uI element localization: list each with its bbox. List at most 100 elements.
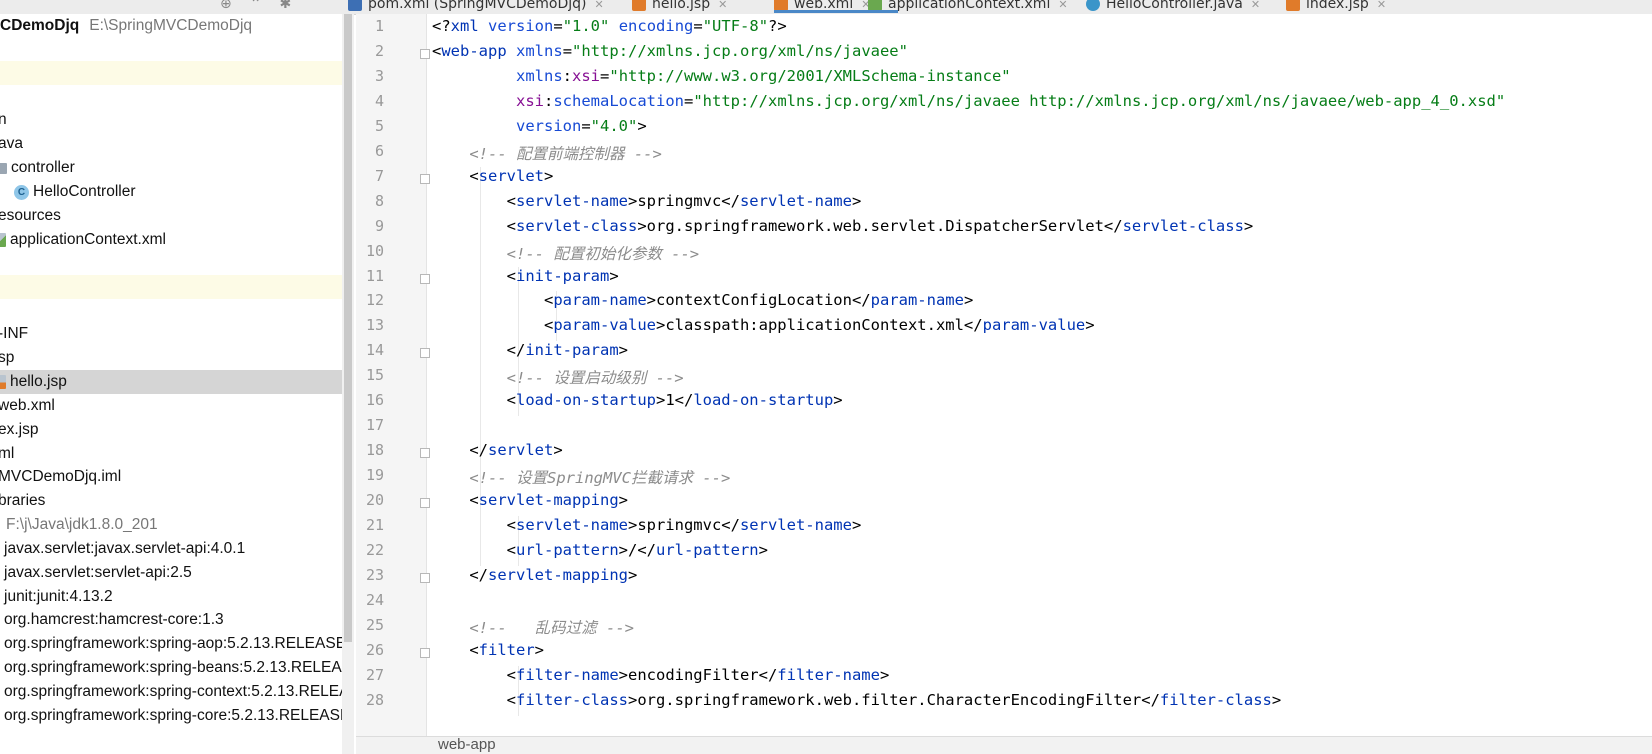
jsp-icon — [1286, 0, 1300, 11]
code-line[interactable]: <!-- 配置初始化参数 --> — [432, 242, 700, 264]
code-token: < — [432, 540, 516, 559]
close-icon[interactable]: ✕ — [718, 0, 727, 11]
code-line[interactable]: <!-- 配置前端控制器 --> — [432, 142, 662, 164]
fold-marker-icon[interactable] — [420, 498, 430, 509]
code-token: "http://xmlns.jcp.org/xml/ns/javaee http… — [693, 91, 1506, 110]
fold-marker-icon[interactable] — [420, 448, 430, 459]
code-token: servlet-class — [1122, 216, 1244, 235]
code-line[interactable]: <?xml version="1.0" encoding="UTF-8"?> — [432, 17, 787, 35]
code-line[interactable]: <web-app xmlns="http://xmlns.jcp.org/xml… — [432, 42, 908, 60]
tree-item[interactable]: web.xml — [0, 394, 342, 418]
tree-item[interactable]: sp — [0, 346, 342, 370]
package-folder-icon — [0, 162, 7, 174]
target-icon[interactable]: ⊕ — [220, 0, 232, 12]
tree-item[interactable]: -INF — [0, 322, 342, 346]
tab-pom-xml-springmvcdemodjq[interactable]: pom.xml (SpringMVCDemoDjq) ✕ — [348, 0, 604, 14]
code-token: >encodingFilter</ — [618, 665, 778, 684]
tree-item[interactable]: esources — [0, 204, 342, 228]
close-icon[interactable]: ✕ — [1058, 0, 1067, 11]
close-icon[interactable]: ✕ — [1377, 0, 1386, 11]
code-token: filter-name — [516, 665, 619, 684]
line-number: 10 — [365, 241, 384, 260]
tree-item[interactable]: javax.servlet:javax.servlet-api:4.0.1 — [0, 537, 342, 561]
code-editor[interactable]: 1 2 3 4 5 6 7 8 9 10 11 12 13 14 15 16 17 18 19 20 21 22 23 24 2… — [356, 14, 1652, 736]
code-line[interactable]: xmlns:xsi="http://www.w3.org/2001/XMLSch… — [432, 67, 1011, 85]
tree-item[interactable]: C HelloController — [0, 180, 342, 204]
close-icon[interactable]: ✕ — [1251, 0, 1260, 11]
code-token: filter-class — [516, 690, 628, 709]
tree-item[interactable]: org.springframework:spring-beans:5.2.13.… — [0, 656, 342, 680]
code-token: < — [432, 391, 516, 410]
tree-item[interactable]: n — [0, 108, 342, 132]
tree-item[interactable]: F:\j\Java\jdk1.8.0_201 — [0, 513, 342, 537]
code-token: < — [432, 166, 479, 185]
fold-marker-icon[interactable] — [420, 48, 430, 59]
tab-hellocontroller-java[interactable]: HelloController.java ✕ — [1086, 0, 1260, 14]
tree-item[interactable]: ml — [0, 442, 342, 466]
code-line[interactable]: <init-param> — [432, 267, 619, 285]
tree-item-label: org.springframework:spring-core:5.2.13.R… — [4, 707, 342, 724]
tree-row-highlight — [0, 61, 342, 85]
code-line[interactable]: </servlet-mapping> — [432, 566, 637, 584]
code-line[interactable]: </init-param> — [432, 341, 628, 359]
code-line[interactable]: <!-- 乱码过滤 --> — [432, 616, 634, 638]
tree-item[interactable]: javax.servlet:servlet-api:2.5 — [0, 561, 342, 585]
code-line[interactable]: <filter-name>encodingFilter</filter-name… — [432, 665, 890, 684]
code-line[interactable]: <filter-class>org.springframework.web.fi… — [432, 690, 1282, 709]
fold-marker-icon[interactable] — [420, 173, 430, 184]
tab-label: HelloController.java — [1106, 0, 1243, 12]
tree-item[interactable]: junit:junit:4.13.2 — [0, 585, 342, 609]
breadcrumb[interactable]: web-app — [438, 737, 496, 753]
code-token: <!-- 乱码过滤 --> — [469, 618, 634, 637]
code-line[interactable]: <param-name>contextConfigLocation</param… — [432, 291, 973, 309]
tab-index-jsp[interactable]: index.jsp ✕ — [1286, 0, 1386, 14]
project-root-row[interactable]: CDemoDjq E:\SpringMVCDemoDjq — [0, 14, 342, 38]
code-token: encoding — [618, 17, 694, 35]
fold-marker-icon[interactable] — [420, 348, 430, 359]
tab-label: hello.jsp — [652, 0, 711, 12]
tree-item[interactable]: org.springframework:spring-aop:5.2.13.RE… — [0, 632, 342, 656]
code-line[interactable]: version="4.0"> — [432, 117, 647, 135]
fold-marker-icon[interactable] — [420, 273, 430, 284]
tree-item[interactable]: org.springframework:spring-core:5.2.13.R… — [0, 704, 342, 728]
tree-item[interactable]: hello.jsp — [0, 370, 342, 394]
close-icon[interactable]: ✕ — [595, 0, 604, 11]
code-line[interactable]: <filter> — [432, 641, 544, 659]
code-line[interactable]: <servlet-class>org.springframework.web.s… — [432, 216, 1254, 235]
code-line[interactable]: <param-value>classpath:applicationContex… — [432, 316, 1095, 334]
project-tree[interactable]: CDemoDjq E:\SpringMVCDemoDjq n ava control… — [0, 14, 342, 754]
code-token: < — [432, 640, 479, 659]
fold-marker-icon[interactable] — [420, 647, 430, 658]
code-token: xmlns — [516, 66, 563, 85]
code-token: >classpath:applicationContext.xml</ — [655, 316, 983, 335]
code-line[interactable]: <!-- 设置启动级别 --> — [432, 366, 684, 388]
code-token: > — [637, 116, 647, 135]
line-number: 13 — [365, 316, 384, 335]
tree-item[interactable]: MVCDemoDjq.iml — [0, 465, 342, 489]
collapse-icon[interactable]: ⌃ — [250, 0, 262, 12]
tree-item[interactable]: braries — [0, 489, 342, 513]
tree-item[interactable]: org.hamcrest:hamcrest-core:1.3 — [0, 608, 342, 632]
code-line[interactable]: <url-pattern>/</url-pattern> — [432, 541, 768, 559]
tree-item[interactable]: controller — [0, 156, 342, 180]
tree-item[interactable]: ex.jsp — [0, 418, 342, 442]
tree-item[interactable]: ava — [0, 132, 342, 156]
code-token: "http://www.w3.org/2001/XMLSchema-instan… — [609, 66, 1011, 85]
tree-item[interactable]: applicationContext.xml — [0, 228, 342, 252]
tree-item[interactable]: org.springframework:spring-context:5.2.1… — [0, 680, 342, 704]
tab-hello-jsp[interactable]: hello.jsp ✕ — [632, 0, 727, 14]
code-token: filter-class — [1159, 690, 1272, 709]
code-token: < — [432, 216, 516, 235]
code-line[interactable]: <load-on-startup>1</load-on-startup> — [432, 391, 843, 409]
fold-marker-icon[interactable] — [420, 572, 430, 583]
code-line[interactable]: <!-- 设置SpringMVC拦截请求 --> — [432, 466, 730, 488]
project-scrollbar-thumb[interactable] — [344, 14, 352, 642]
code-token: > — [851, 191, 862, 210]
code-line[interactable]: <servlet-mapping> — [432, 491, 628, 509]
code-line[interactable]: xsi:schemaLocation="http://xmlns.jcp.org… — [432, 92, 1505, 110]
code-line[interactable]: <servlet-name>springmvc</servlet-name> — [432, 516, 862, 534]
gear-icon[interactable]: ✱ — [279, 0, 291, 12]
code-line[interactable]: </servlet> — [432, 441, 562, 459]
code-line[interactable]: <servlet> — [432, 167, 553, 185]
code-line[interactable]: <servlet-name>springmvc</servlet-name> — [432, 191, 862, 210]
